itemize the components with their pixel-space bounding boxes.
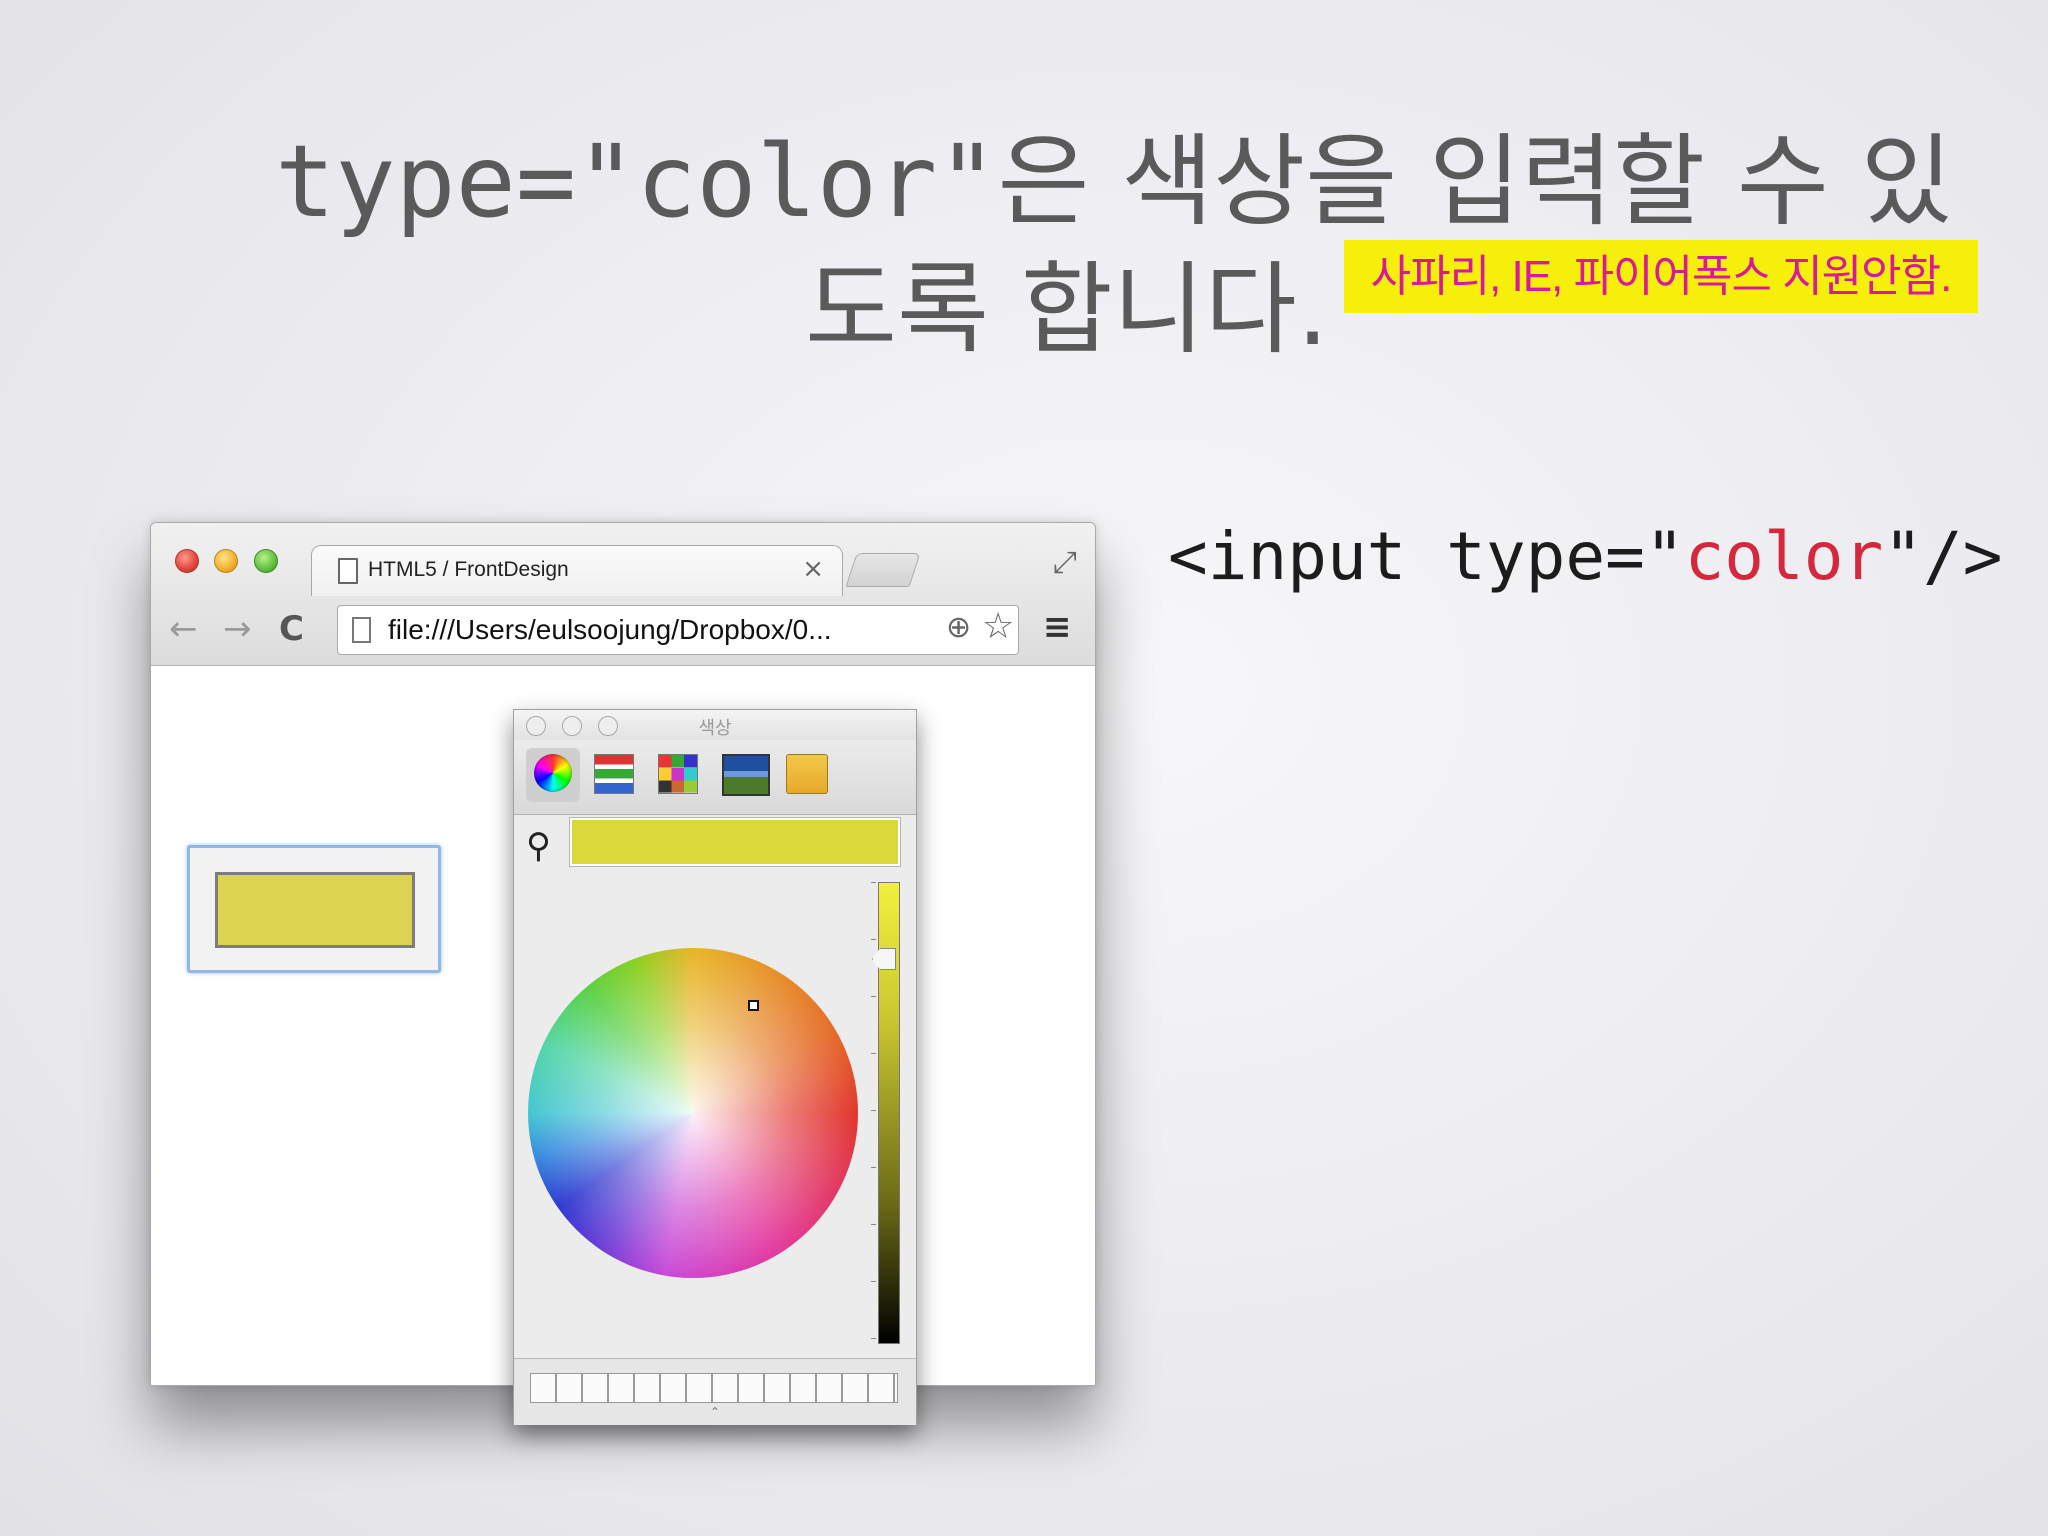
color-wheel[interactable] [528,948,858,1278]
crayons-mode-icon[interactable] [786,754,828,794]
code-value: color [1684,518,1884,595]
title-code-text: type="color" [275,123,998,240]
code-suffix: "/> [1883,518,2003,595]
picker-mode-toolbar [514,740,916,815]
code-sample: <input type="color"/> [1168,518,2002,595]
browser-support-note: 사파리, IE, 파이어폭스 지원안함. [1344,240,1978,313]
color-picker-panel: 색상 ⚲ ⌃ [513,709,917,1425]
forward-button[interactable]: → [223,609,252,649]
bookmark-star-icon[interactable]: ☆ [982,606,1014,647]
document-icon [338,558,358,584]
color-input[interactable] [187,845,441,973]
fullscreen-icon[interactable]: ⤢ [1053,545,1077,580]
brightness-slider-ticks [871,882,876,1342]
browser-menu-button[interactable]: ≡ [1043,607,1072,647]
page-icon [352,617,371,643]
picker-titlebar: 색상 [514,710,916,740]
code-prefix: <input type=" [1168,518,1685,595]
zoom-icon[interactable]: ⊕ [946,610,971,645]
color-palettes-mode-icon[interactable] [658,754,698,794]
slide-title-line1: type="color"은 색상을 입력할 수 있 [275,100,1953,245]
saved-swatches-row[interactable] [530,1373,898,1403]
zoom-window-button[interactable] [254,549,278,573]
resize-grip-icon[interactable]: ⌃ [710,1405,720,1419]
address-url[interactable]: file:///Users/eulsoojung/Dropbox/0... [388,614,832,646]
color-wheel-mode-icon[interactable] [534,754,572,792]
picker-title: 색상 [698,718,732,739]
title-korean-text: 은 색상을 입력할 수 있 [997,123,1953,240]
image-palettes-mode-icon[interactable] [722,754,770,796]
tab-title: HTML5 / FrontDesign [368,558,569,581]
magnifier-icon[interactable]: ⚲ [526,826,551,866]
reload-button[interactable]: C [279,609,304,649]
browser-toolbar: HTML5 / FrontDesign × ⤢ ← → C file:///Us… [151,523,1095,666]
slide-title-line2: 도록 합니다. [805,251,1329,368]
color-sliders-mode-icon[interactable] [594,754,634,794]
color-wheel-cursor[interactable] [748,1000,759,1011]
back-button[interactable]: ← [169,609,198,649]
current-color-well [570,818,900,866]
minimize-window-button[interactable] [214,549,238,573]
close-tab-icon[interactable]: × [802,554,824,584]
close-window-button[interactable] [175,549,199,573]
new-tab-button[interactable] [845,553,921,587]
tab-html5-frontdesign[interactable]: HTML5 / FrontDesign × [311,545,843,596]
picker-footer: ⌃ [514,1358,916,1425]
address-bar[interactable]: file:///Users/eulsoojung/Dropbox/0... ⊕ … [337,605,1019,655]
color-input-swatch [215,872,415,948]
